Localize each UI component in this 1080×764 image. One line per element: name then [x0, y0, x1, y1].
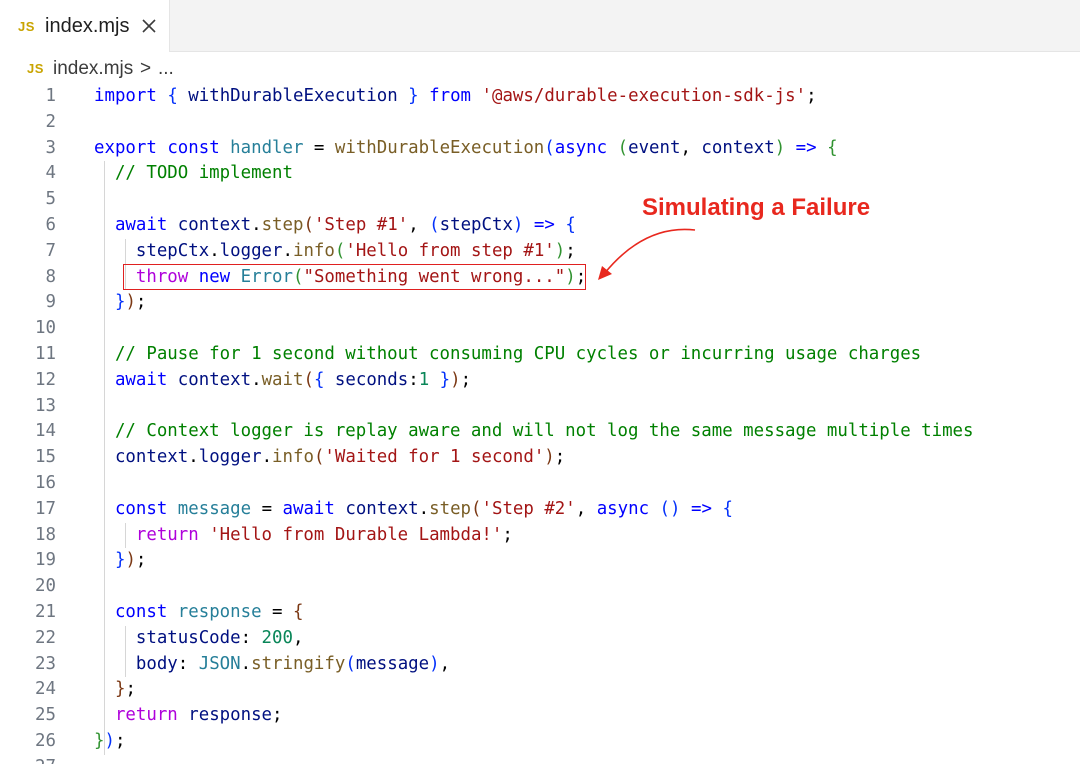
code-line[interactable]: 22 statusCode: 200,	[0, 626, 1080, 652]
annotation-arrow-icon	[598, 228, 696, 280]
code-line[interactable]: 14 // Context logger is replay aware and…	[0, 419, 1080, 445]
code-text: await context.step('Step #1', (stepCtx) …	[114, 215, 576, 235]
code-text: const response = {	[114, 602, 304, 622]
code-line[interactable]: 18 return 'Hello from Durable Lambda!';	[0, 523, 1080, 549]
code-text: // TODO implement	[114, 163, 293, 184]
code-line[interactable]: 15 context.logger.info('Waited for 1 sec…	[0, 445, 1080, 471]
code-line[interactable]: 19 });	[0, 548, 1080, 574]
breadcrumb-file[interactable]: index.mjs	[53, 58, 133, 80]
line-number: 20	[35, 576, 56, 597]
code-text: });	[114, 292, 147, 313]
code-line[interactable]: 21 const response = {	[0, 600, 1080, 626]
code-line[interactable]: 5	[0, 187, 1080, 213]
code-text: const message = await context.step('Step…	[114, 498, 733, 519]
javascript-file-icon: JS	[27, 61, 44, 76]
javascript-file-icon: JS	[18, 19, 35, 34]
line-number: 6	[45, 215, 56, 235]
code-text: // Pause for 1 second without consuming …	[114, 344, 922, 364]
code-line[interactable]: 20	[0, 574, 1080, 600]
code-line[interactable]: 23 body: JSON.stringify(message),	[0, 652, 1080, 678]
indent-guide	[125, 625, 126, 678]
failure-highlight-box	[123, 264, 586, 290]
line-number: 11	[35, 344, 56, 364]
code-line[interactable]: 16	[0, 471, 1080, 497]
line-number: 26	[35, 731, 56, 751]
code-line[interactable]: 13	[0, 394, 1080, 420]
code-line[interactable]: 10	[0, 316, 1080, 342]
code-line[interactable]: 27	[0, 755, 1080, 764]
editor-tab-bar: JS index.mjs	[0, 0, 1080, 52]
code-line[interactable]: 1 import { withDurableExecution } from '@…	[0, 84, 1080, 110]
breadcrumb-symbols[interactable]: ...	[158, 58, 174, 80]
breadcrumb-separator: >	[140, 58, 152, 79]
code-text: };	[114, 679, 136, 700]
line-number: 4	[45, 163, 56, 184]
tab-label: index.mjs	[45, 15, 130, 37]
line-number: 9	[45, 292, 56, 313]
code-editor[interactable]: 1 import { withDurableExecution } from '@…	[0, 84, 1080, 764]
code-text: });	[94, 731, 126, 751]
line-number: 21	[35, 602, 56, 622]
code-line[interactable]: 17 const message = await context.step('S…	[0, 497, 1080, 523]
code-line[interactable]: 25 return response;	[0, 703, 1080, 729]
line-number: 16	[35, 473, 56, 493]
line-number: 24	[35, 679, 56, 700]
line-number: 22	[35, 627, 56, 648]
line-number: 23	[35, 653, 56, 674]
code-line[interactable]: 2	[0, 110, 1080, 136]
indent-guide	[125, 522, 126, 549]
code-text: });	[114, 550, 147, 571]
line-number: 2	[45, 111, 56, 132]
line-number: 15	[35, 447, 56, 468]
code-line[interactable]: 12 await context.wait({ seconds:1 });	[0, 368, 1080, 394]
line-number: 5	[45, 189, 56, 210]
code-line[interactable]: 7 stepCtx.logger.info('Hello from step #…	[0, 239, 1080, 265]
code-line[interactable]: 4 // TODO implement	[0, 161, 1080, 187]
tab-index-mjs[interactable]: JS index.mjs	[0, 0, 170, 52]
line-number: 27	[0, 755, 56, 764]
line-number: 17	[35, 498, 56, 519]
breadcrumb: JS index.mjs > ...	[0, 52, 1080, 84]
code-line[interactable]: 3 export const handler = withDurableExecu…	[0, 136, 1080, 162]
line-number: 10	[35, 318, 56, 339]
line-number: 14	[35, 421, 56, 442]
annotation-title: Simulating a Failure	[642, 194, 871, 221]
code-text: return response;	[114, 705, 283, 726]
code-text: // Context logger is replay aware and wi…	[114, 421, 974, 442]
code-line[interactable]: 24 };	[0, 677, 1080, 703]
code-text: return 'Hello from Durable Lambda!';	[135, 524, 513, 545]
code-line[interactable]: 26});	[0, 729, 1080, 755]
line-number: 8	[45, 266, 56, 287]
code-text: stepCtx.logger.info('Hello from step #1'…	[135, 240, 576, 261]
line-number: 1	[45, 86, 56, 106]
line-number: 7	[45, 240, 56, 261]
line-number: 18	[35, 524, 56, 545]
code-text: body: JSON.stringify(message),	[135, 653, 451, 674]
line-number: 12	[35, 369, 56, 390]
code-line[interactable]: 6 await context.step('Step #1', (stepCtx…	[0, 213, 1080, 239]
code-line[interactable]: 11 // Pause for 1 second without consumi…	[0, 342, 1080, 368]
code-text: context.logger.info('Waited for 1 second…	[114, 447, 566, 468]
code-line[interactable]: 9 });	[0, 290, 1080, 316]
close-icon[interactable]	[139, 16, 159, 36]
line-number: 13	[35, 395, 56, 416]
code-text: export const handler = withDurableExecut…	[94, 137, 838, 158]
indent-guide	[104, 161, 105, 755]
line-number: 19	[35, 550, 56, 571]
line-number: 25	[35, 705, 56, 726]
line-number: 3	[45, 137, 56, 158]
code-text: await context.wait({ seconds:1 });	[114, 369, 472, 390]
code-text: import { withDurableExecution } from '@a…	[94, 86, 817, 106]
